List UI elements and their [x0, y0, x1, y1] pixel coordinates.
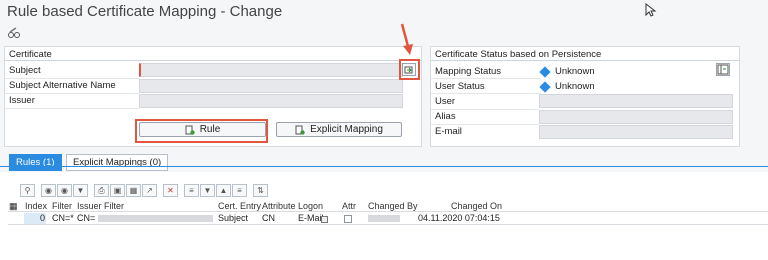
user-status-text: Unknown — [555, 81, 595, 92]
redacted-issuer — [98, 215, 213, 222]
alias-field[interactable] — [539, 110, 733, 124]
col-attr[interactable]: Attr — [342, 201, 356, 211]
binoculars-icon: ◉ — [45, 186, 52, 195]
expand-icon: ≡ — [237, 186, 242, 195]
attr-checkbox[interactable] — [344, 215, 352, 223]
triangle-down-icon: ▼ — [203, 186, 212, 195]
status-panel-title: Certificate Status based on Persistence — [435, 49, 602, 60]
row-divider — [5, 78, 139, 79]
window-title: Rule based Certificate Mapping - Change — [7, 3, 283, 20]
delete-button[interactable]: ✕ — [163, 184, 178, 197]
user-status-value: Unknown — [539, 80, 595, 93]
collapse-button[interactable]: ≡ — [184, 184, 199, 197]
copy-button-highlight — [399, 59, 420, 80]
filter-icon: ▼ — [76, 186, 85, 195]
cell-changed-on[interactable]: 04.11.2020 07:04:15 — [418, 213, 500, 223]
status-panel: Certificate Status based on Persistence … — [430, 46, 740, 147]
cell-attribute[interactable]: CN — [262, 213, 275, 223]
subject-field[interactable] — [139, 63, 403, 77]
details-button[interactable]: ⚲ — [20, 184, 35, 197]
subject-alt-label: Subject Alternative Name — [9, 80, 116, 91]
row-divider — [431, 124, 539, 125]
row-divider — [8, 224, 768, 225]
explicit-mapping-button[interactable]: Explicit Mapping — [276, 122, 402, 137]
row-divider — [5, 93, 139, 94]
info-diamond-icon — [539, 65, 551, 78]
layout-icon: ▦ — [129, 186, 138, 195]
cell-issuer[interactable]: CN= — [77, 213, 95, 223]
issuer-label: Issuer — [9, 95, 35, 106]
header-divider — [8, 211, 768, 212]
mouse-cursor-icon — [645, 3, 657, 17]
tab-underline — [0, 166, 768, 167]
cell-index[interactable]: 0 — [40, 213, 45, 223]
col-changed-by[interactable]: Changed By — [368, 201, 418, 211]
sort-icon: ⇅ — [257, 186, 264, 195]
cell-filter[interactable]: CN=* — [52, 213, 74, 223]
collapse-icon: ≡ — [189, 186, 194, 195]
move-down-button[interactable]: ▼ — [200, 184, 215, 197]
view-icon: ▣ — [113, 186, 122, 195]
row-divider — [431, 109, 539, 110]
redacted-changed-by — [368, 215, 400, 222]
find-next-button[interactable]: ◉ — [57, 184, 72, 197]
pencil-glasses-icon[interactable] — [7, 27, 21, 39]
mapping-status-value: Unknown — [539, 65, 595, 78]
expand-button[interactable]: ≡ — [232, 184, 247, 197]
col-filter[interactable]: Filter — [52, 201, 72, 211]
mapping-status-label: Mapping Status — [435, 66, 502, 77]
email-label: E-mail — [435, 126, 462, 137]
export-button[interactable]: ↗ — [142, 184, 157, 197]
col-issuer-filter[interactable]: Issuer Filter — [77, 201, 124, 211]
row-divider — [431, 78, 541, 79]
explicit-mapping-icon — [295, 125, 305, 135]
row-divider — [5, 108, 139, 109]
tab-rules[interactable]: Rules (1) — [9, 154, 62, 171]
info-diamond-icon — [539, 80, 551, 93]
status-toggle-button[interactable] — [716, 63, 730, 76]
col-changed-on[interactable]: Changed On — [451, 201, 502, 211]
search-icon: ⚲ — [24, 186, 31, 195]
email-field[interactable] — [539, 125, 733, 139]
explicit-mapping-label: Explicit Mapping — [310, 124, 383, 135]
move-up-button[interactable]: ▲ — [216, 184, 231, 197]
issuer-field[interactable] — [139, 94, 403, 108]
tab-explicit-mappings[interactable]: Explicit Mappings (0) — [66, 154, 169, 171]
alias-label: Alias — [435, 111, 456, 122]
row-divider — [431, 93, 541, 94]
cell-logon[interactable]: E-Mail — [298, 213, 324, 223]
panel-divider — [431, 60, 739, 61]
triangle-up-icon: ▲ — [219, 186, 228, 195]
col-index[interactable]: Index — [25, 201, 47, 211]
panel-divider — [5, 60, 421, 61]
logon-dropdown-icon[interactable] — [321, 216, 328, 223]
sort-button[interactable]: ⇅ — [253, 184, 268, 197]
print-button[interactable]: ⎙ — [94, 184, 109, 197]
filter-button[interactable]: ▼ — [73, 184, 88, 197]
grid-toolbar: ⚲ ◉ ◉ ▼ ⎙ ▣ ▦ ↗ ✕ ≡ ▼ ▲ ≡ ⇅ — [20, 184, 269, 198]
binoculars-next-icon: ◉ — [61, 186, 68, 195]
red-arrow-icon — [400, 23, 413, 55]
export-icon: ↗ — [146, 186, 153, 195]
subject-alt-field[interactable] — [139, 79, 403, 93]
view-button[interactable]: ▣ — [110, 184, 125, 197]
find-button[interactable]: ◉ — [41, 184, 56, 197]
user-field[interactable] — [539, 94, 733, 108]
certificate-panel-title: Certificate — [9, 49, 52, 60]
col-attribute[interactable]: Attribute — [262, 201, 296, 211]
subject-label: Subject — [9, 65, 41, 76]
print-icon: ⎙ — [98, 185, 105, 195]
layout-button[interactable]: ▦ — [126, 184, 141, 197]
col-logon[interactable]: Logon — [298, 201, 323, 211]
user-label: User — [435, 96, 456, 107]
delete-icon: ✕ — [167, 186, 174, 195]
user-status-label: User Status — [435, 81, 485, 92]
sidebar-toggle-icon — [717, 64, 729, 75]
mapping-status-text: Unknown — [555, 66, 595, 77]
col-cert-entry[interactable]: Cert. Entry — [218, 201, 261, 211]
rule-button-highlight — [135, 119, 268, 143]
cell-cert-entry[interactable]: Subject — [218, 213, 248, 223]
